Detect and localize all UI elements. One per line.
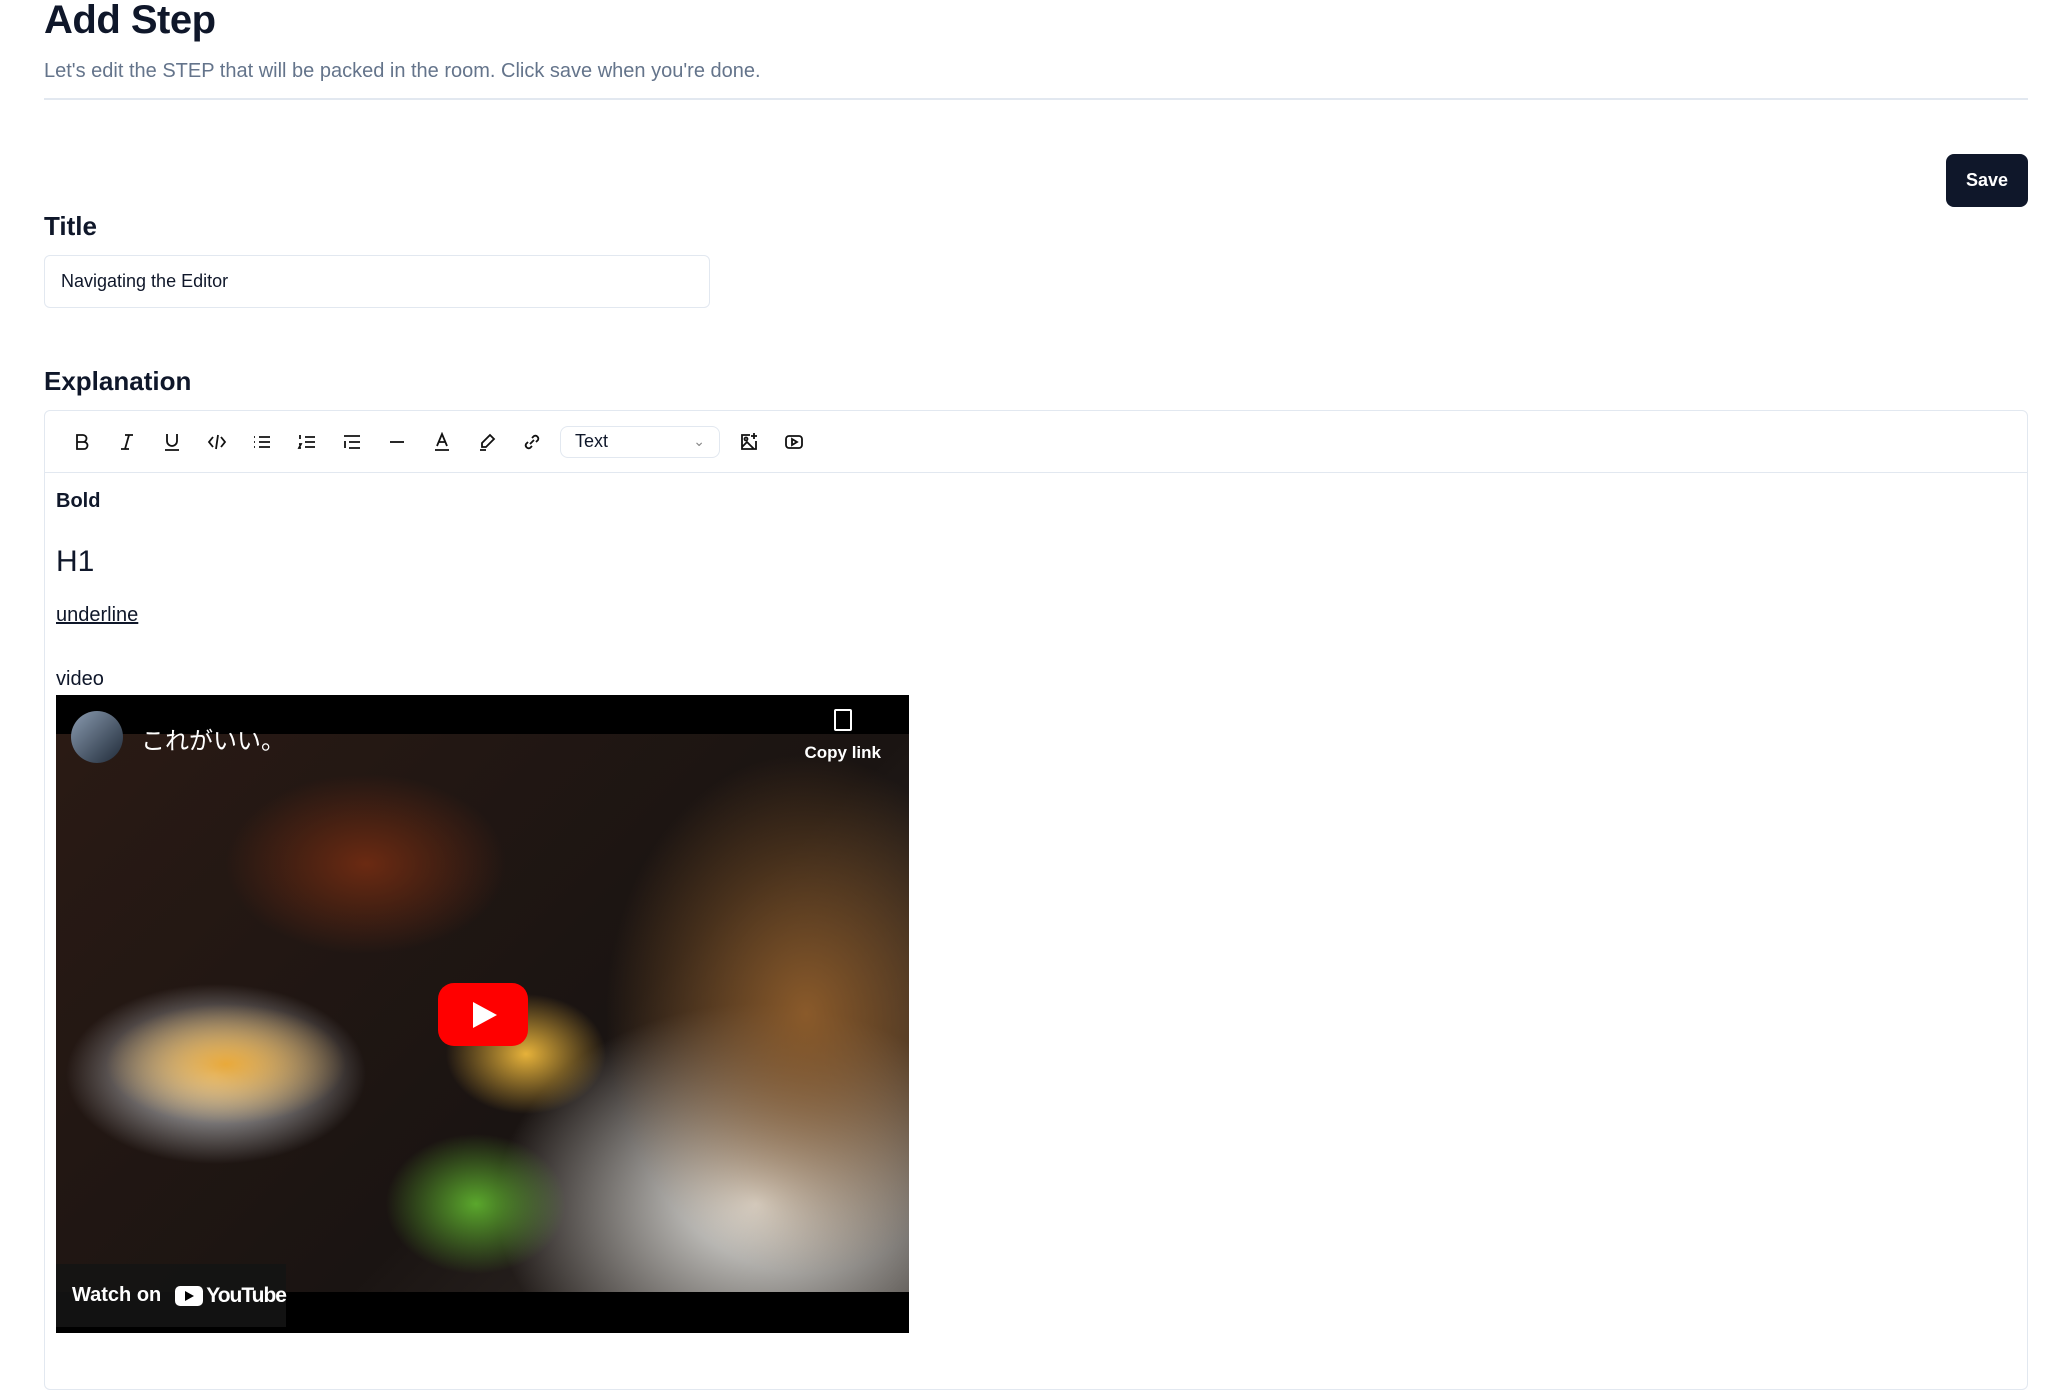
title-input[interactable] — [44, 255, 710, 308]
text-color-icon[interactable] — [419, 422, 464, 462]
copy-link-button[interactable]: Copy link — [804, 709, 881, 763]
code-icon[interactable] — [194, 422, 239, 462]
save-button[interactable]: Save — [1946, 154, 2028, 207]
editor-content[interactable]: Bold H1 underline video これがいい。 Copy link… — [45, 473, 2027, 1347]
underline-icon[interactable] — [149, 422, 194, 462]
copy-link-label: Copy link — [804, 743, 881, 762]
watch-on-youtube-button[interactable]: Watch on YouTube — [56, 1264, 287, 1327]
youtube-label: YouTube — [206, 1283, 287, 1307]
youtube-embed[interactable]: これがいい。 Copy link Watch on YouTube — [56, 695, 909, 1333]
link-icon[interactable] — [509, 422, 554, 462]
video-icon[interactable] — [771, 422, 816, 462]
title-label: Title — [44, 211, 97, 241]
divider — [44, 98, 2028, 100]
block-type-select[interactable]: Text ⌄ — [560, 425, 720, 458]
block-type-value: Text — [575, 431, 609, 451]
heading-text: H1 — [56, 545, 95, 578]
copy-icon — [833, 709, 852, 731]
explanation-label: Explanation — [44, 366, 192, 396]
play-button[interactable] — [438, 983, 528, 1046]
image-add-icon[interactable] — [726, 422, 771, 462]
bold-icon[interactable] — [59, 422, 104, 462]
horizontal-rule-icon[interactable] — [374, 422, 419, 462]
bullet-list-icon[interactable] — [239, 422, 284, 462]
channel-avatar[interactable] — [71, 711, 123, 763]
watch-on-label: Watch on — [72, 1284, 162, 1306]
youtube-logo-icon — [175, 1285, 204, 1306]
page-subtitle: Let's edit the STEP that will be packed … — [44, 60, 761, 82]
indent-icon[interactable] — [329, 422, 374, 462]
highlight-icon[interactable] — [464, 422, 509, 462]
chevron-down-icon: ⌄ — [693, 433, 705, 449]
video-title[interactable]: これがいい。 — [141, 721, 285, 756]
editor-toolbar: Text ⌄ — [45, 411, 2027, 473]
page-title: Add Step — [44, 0, 216, 42]
rich-text-editor: Text ⌄ Bold H1 underline video これがいい。 Cop… — [44, 410, 2028, 1390]
bold-text: Bold — [56, 490, 101, 512]
underline-text: underline — [56, 604, 139, 626]
ordered-list-icon[interactable] — [284, 422, 329, 462]
video-label: video — [56, 668, 104, 690]
italic-icon[interactable] — [104, 422, 149, 462]
